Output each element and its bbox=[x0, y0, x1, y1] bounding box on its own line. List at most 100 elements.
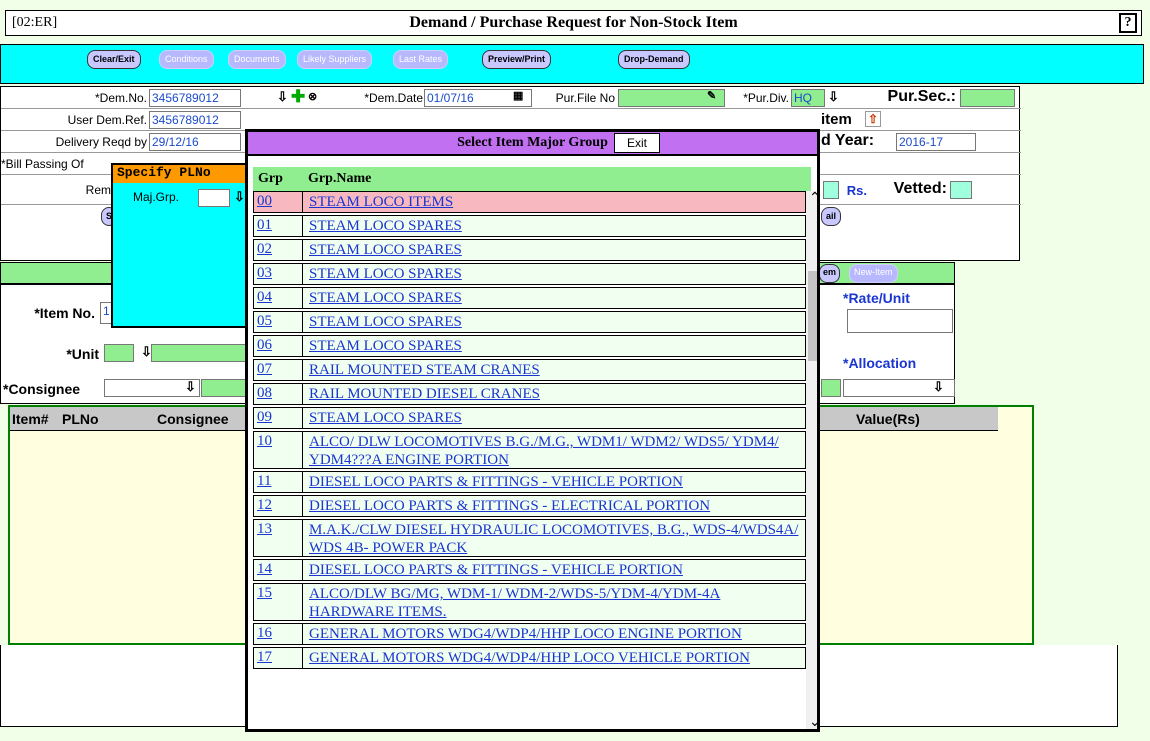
drop-demand-button[interactable]: Drop-Demand bbox=[618, 50, 690, 69]
group-code-link[interactable]: 16 bbox=[257, 625, 272, 642]
group-name-link[interactable]: ALCO/ DLW LOCOMOTIVES B.G./M.G., WDM1/ W… bbox=[309, 433, 801, 469]
group-code-link[interactable]: 05 bbox=[257, 313, 272, 330]
group-name-link[interactable]: STEAM LOCO SPARES bbox=[309, 241, 801, 259]
group-name-link[interactable]: STEAM LOCO SPARES bbox=[309, 289, 801, 307]
group-name-link[interactable]: ALCO/DLW BG/MG, WDM-1/ WDM-2/WDS-5/YDM-4… bbox=[309, 585, 801, 621]
conditions-button[interactable]: Conditions bbox=[159, 50, 214, 69]
help-button[interactable]: ? bbox=[1119, 13, 1137, 33]
allocation-label: *Allocation bbox=[843, 355, 917, 371]
dem-no-field[interactable]: 3456789012 bbox=[149, 89, 241, 107]
user-dem-field[interactable]: 3456789012 bbox=[149, 111, 241, 129]
col-plno: PLNo bbox=[62, 411, 99, 427]
group-row[interactable]: 08 RAIL MOUNTED DIESEL CRANES bbox=[253, 383, 806, 405]
likely-suppliers-button[interactable]: Likely Suppliers bbox=[297, 50, 373, 69]
group-list-scrollbar[interactable]: ⌃ ⌄ bbox=[806, 189, 817, 729]
group-name-link[interactable]: DIESEL LOCO PARTS & FITTINGS - ELECTRICA… bbox=[309, 497, 801, 515]
group-code-link[interactable]: 08 bbox=[257, 385, 272, 402]
dropdown-arrow-icon[interactable]: ⇩ bbox=[277, 89, 288, 105]
clear-exit-button[interactable]: Clear/Exit bbox=[87, 50, 141, 69]
scroll-up-icon[interactable]: ⌃ bbox=[809, 189, 817, 206]
group-name-link[interactable]: STEAM LOCO SPARES bbox=[309, 409, 801, 427]
edit-icon[interactable]: ✎ bbox=[707, 89, 716, 102]
pur-sec-field[interactable] bbox=[960, 89, 1015, 107]
group-name-link[interactable]: STEAM LOCO SPARES bbox=[309, 337, 801, 355]
majgrp-field[interactable] bbox=[198, 189, 230, 207]
group-row[interactable]: 05 STEAM LOCO SPARES bbox=[253, 311, 806, 333]
rs-field[interactable] bbox=[823, 181, 839, 199]
group-code-link[interactable]: 02 bbox=[257, 241, 272, 258]
group-code-link[interactable]: 14 bbox=[257, 561, 272, 578]
dropdown-arrow-icon[interactable]: ⇩ bbox=[234, 189, 245, 205]
dropdown-arrow-icon[interactable]: ⇩ bbox=[933, 379, 944, 395]
scroll-down-icon[interactable]: ⌄ bbox=[809, 713, 817, 729]
view-icon[interactable]: ⊗ bbox=[308, 90, 317, 103]
group-code-link[interactable]: 06 bbox=[257, 337, 272, 354]
group-code-link[interactable]: 00 bbox=[257, 193, 272, 210]
group-row[interactable]: 14 DIESEL LOCO PARTS & FITTINGS - VEHICLE… bbox=[253, 559, 806, 581]
group-name-link[interactable]: STEAM LOCO SPARES bbox=[309, 265, 801, 283]
group-row[interactable]: 01 STEAM LOCO SPARES bbox=[253, 215, 806, 237]
group-name-link[interactable]: STEAM LOCO SPARES bbox=[309, 217, 801, 235]
group-row[interactable]: 10 ALCO/ DLW LOCOMOTIVES B.G./M.G., WDM1/… bbox=[253, 431, 806, 469]
group-name-link[interactable]: STEAM LOCO ITEMS bbox=[309, 193, 801, 211]
group-code-link[interactable]: 03 bbox=[257, 265, 272, 282]
group-name-link[interactable]: M.A.K./CLW DIESEL HYDRAULIC LOCOMOTIVES,… bbox=[309, 521, 801, 557]
group-code-link[interactable]: 15 bbox=[257, 585, 272, 602]
group-name-link[interactable]: GENERAL MOTORS WDG4/WDP4/HHP LOCO VEHICL… bbox=[309, 649, 801, 667]
allocation-side-field[interactable] bbox=[821, 379, 841, 397]
column-divider bbox=[302, 264, 303, 284]
group-name-link[interactable]: RAIL MOUNTED DIESEL CRANES bbox=[309, 385, 801, 403]
exit-button[interactable]: Exit bbox=[614, 133, 660, 153]
group-row[interactable]: 13 M.A.K./CLW DIESEL HYDRAULIC LOCOMOTIVE… bbox=[253, 519, 806, 557]
group-row[interactable]: 07 RAIL MOUNTED STEAM CRANES bbox=[253, 359, 806, 381]
group-name-link[interactable]: GENERAL MOTORS WDG4/WDP4/HHP LOCO ENGINE… bbox=[309, 625, 801, 643]
pur-div-field[interactable]: HQ bbox=[791, 89, 825, 107]
group-row[interactable]: 17 GENERAL MOTORS WDG4/WDP4/HHP LOCO VEHI… bbox=[253, 647, 806, 669]
group-row[interactable]: 04 STEAM LOCO SPARES bbox=[253, 287, 806, 309]
dropdown-arrow-icon[interactable]: ⇩ bbox=[185, 379, 196, 395]
group-name-link[interactable]: DIESEL LOCO PARTS & FITTINGS - VEHICLE P… bbox=[309, 561, 801, 579]
group-name-link[interactable]: RAIL MOUNTED STEAM CRANES bbox=[309, 361, 801, 379]
delivery-field[interactable]: 29/12/16 bbox=[149, 133, 241, 151]
group-code-link[interactable]: 04 bbox=[257, 289, 272, 306]
vetted-field[interactable] bbox=[950, 181, 972, 199]
group-code-link[interactable]: 11 bbox=[257, 473, 271, 490]
group-code-link[interactable]: 10 bbox=[257, 433, 272, 450]
new-item-button[interactable]: New-Item bbox=[849, 264, 898, 283]
group-code-link[interactable]: 07 bbox=[257, 361, 272, 378]
dropdown-arrow-icon[interactable]: ⇩ bbox=[828, 89, 839, 105]
group-row[interactable]: 12 DIESEL LOCO PARTS & FITTINGS - ELECTRI… bbox=[253, 495, 806, 517]
detail-button[interactable]: ail bbox=[821, 207, 842, 226]
unit-label: *Unit bbox=[66, 346, 99, 362]
group-row[interactable]: 15 ALCO/DLW BG/MG, WDM-1/ WDM-2/WDS-5/YDM… bbox=[253, 583, 806, 621]
unit-field[interactable] bbox=[104, 344, 134, 362]
group-code-link[interactable]: 12 bbox=[257, 497, 272, 514]
add-icon[interactable]: ✚ bbox=[291, 87, 305, 107]
group-name-link[interactable]: STEAM LOCO SPARES bbox=[309, 313, 801, 331]
last-rates-button[interactable]: Last Rates bbox=[393, 50, 449, 69]
column-divider bbox=[302, 520, 303, 556]
upload-icon[interactable]: ⇧ bbox=[865, 111, 882, 127]
group-row[interactable]: 06 STEAM LOCO SPARES bbox=[253, 335, 806, 357]
year-select[interactable]: 2016-17 bbox=[896, 133, 976, 151]
group-code-link[interactable]: 01 bbox=[257, 217, 272, 234]
preview-print-button[interactable]: Preview/Print bbox=[482, 50, 552, 69]
group-code-link[interactable]: 17 bbox=[257, 649, 272, 666]
rate-unit-field[interactable] bbox=[847, 309, 953, 333]
group-row[interactable]: 02 STEAM LOCO SPARES bbox=[253, 239, 806, 261]
unit-desc-field[interactable] bbox=[151, 344, 246, 362]
documents-button[interactable]: Documents bbox=[228, 50, 286, 69]
group-row[interactable]: 00 STEAM LOCO ITEMS bbox=[253, 191, 806, 213]
calendar-icon[interactable]: ▦ bbox=[513, 89, 523, 102]
consignee-desc-field[interactable] bbox=[201, 379, 246, 397]
rs-label: Rs. bbox=[846, 183, 867, 198]
group-row[interactable]: 11 DIESEL LOCO PARTS & FITTINGS - VEHICLE… bbox=[253, 471, 806, 493]
group-row[interactable]: 09 STEAM LOCO SPARES bbox=[253, 407, 806, 429]
scroll-thumb[interactable] bbox=[808, 271, 817, 361]
group-row[interactable]: 16 GENERAL MOTORS WDG4/WDP4/HHP LOCO ENGI… bbox=[253, 623, 806, 645]
group-name-link[interactable]: DIESEL LOCO PARTS & FITTINGS - VEHICLE P… bbox=[309, 473, 801, 491]
group-row[interactable]: 03 STEAM LOCO SPARES bbox=[253, 263, 806, 285]
group-code-link[interactable]: 09 bbox=[257, 409, 272, 426]
em-button[interactable]: em bbox=[819, 264, 841, 283]
group-code-link[interactable]: 13 bbox=[257, 521, 272, 538]
